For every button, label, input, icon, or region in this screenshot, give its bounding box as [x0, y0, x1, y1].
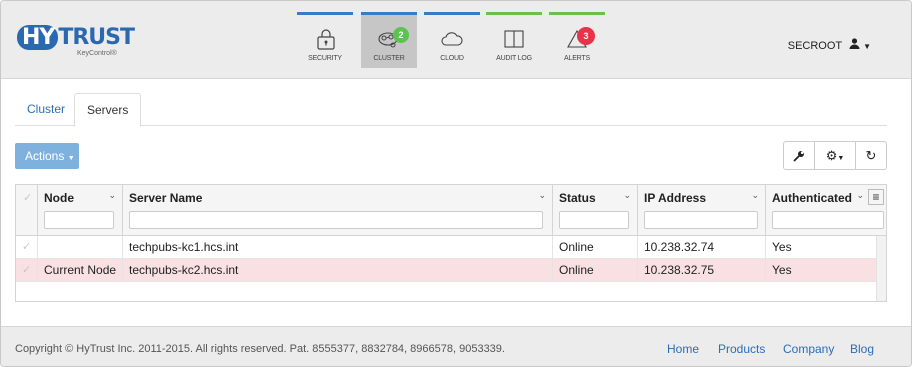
- wrench-icon: [793, 151, 804, 162]
- column-auth-caret-icon[interactable]: ⌄: [856, 190, 864, 201]
- lock-icon: [317, 29, 335, 50]
- app-window: HY TRUST KeyControl® SECURITY 2 CLUSTER …: [0, 0, 912, 367]
- row-select-cell[interactable]: ✓: [16, 259, 38, 282]
- nav-alerts-label: ALERTS: [564, 55, 590, 62]
- table-row[interactable]: ✓ Current Node techpubs-kc2.hcs.int Onli…: [16, 259, 876, 282]
- ip-cell: 10.238.32.74: [638, 236, 766, 259]
- footer-link-products[interactable]: Products: [718, 342, 765, 356]
- gear-icon: ⚙: [825, 148, 838, 163]
- actions-caret-icon: ▼: [67, 155, 75, 162]
- column-server-caret-icon[interactable]: ⌄: [538, 190, 546, 201]
- nav-audit-bar: [486, 12, 542, 15]
- status-filter-input[interactable]: [559, 211, 629, 229]
- nav-alerts[interactable]: 3 ALERTS: [549, 12, 605, 68]
- authenticated-cell: Yes: [772, 263, 792, 277]
- node-cell: Current Node: [38, 259, 123, 282]
- tab-bar: Cluster Servers: [15, 93, 887, 127]
- column-node[interactable]: Node ⌄: [38, 185, 123, 236]
- nav-security-bar: [297, 12, 353, 15]
- settings-caret-icon: ▼: [837, 155, 845, 162]
- column-server-name[interactable]: Server Name ⌄: [123, 185, 553, 236]
- footer: Copyright © HyTrust Inc. 2011-2015. All …: [1, 326, 911, 366]
- column-ip-caret-icon[interactable]: ⌄: [751, 190, 759, 201]
- servers-grid: ✓ Node ⌄ Server Name ⌄ Status ⌄ IP Addre…: [15, 184, 887, 302]
- nav-cluster[interactable]: 2 CLUSTER: [361, 12, 417, 68]
- row-check-icon: ✓: [22, 264, 32, 276]
- wrench-button[interactable]: [784, 142, 814, 169]
- hytrust-logo[interactable]: HY TRUST KeyControl®: [17, 25, 137, 61]
- tab-servers[interactable]: Servers: [74, 93, 142, 127]
- column-ip-address[interactable]: IP Address ⌄: [638, 185, 766, 236]
- nav-cluster-label: CLUSTER: [373, 55, 405, 62]
- column-status-title: Status: [559, 191, 596, 205]
- book-icon: [504, 30, 524, 48]
- status-cell: Online: [553, 236, 638, 259]
- refresh-button[interactable]: ↻: [856, 142, 886, 169]
- server-name-cell: techpubs-kc1.hcs.int: [123, 236, 553, 259]
- top-header: HY TRUST KeyControl® SECURITY 2 CLUSTER …: [1, 1, 911, 79]
- user-caret-icon: ▼: [863, 42, 871, 51]
- nav-alerts-bar: [549, 12, 605, 15]
- user-menu[interactable]: SECROOT ▼: [788, 38, 871, 52]
- user-name: SECROOT: [787, 40, 842, 52]
- nav-cloud[interactable]: CLOUD: [424, 12, 480, 68]
- column-node-title: Node: [44, 191, 74, 205]
- authenticated-filter-input[interactable]: [772, 211, 884, 229]
- nav-cloud-label: CLOUD: [440, 55, 464, 62]
- node-cell: [38, 236, 123, 259]
- refresh-icon: ↻: [865, 148, 877, 163]
- column-status-caret-icon[interactable]: ⌄: [623, 190, 631, 201]
- column-authenticated[interactable]: Authenticated ⌄ ≡: [766, 185, 886, 236]
- actions-label: Actions: [25, 149, 65, 163]
- footer-link-blog[interactable]: Blog: [850, 342, 874, 356]
- row-check-icon: ✓: [22, 241, 32, 253]
- tab-cluster[interactable]: Cluster: [15, 93, 77, 126]
- logo-trust: TRUST: [58, 25, 135, 50]
- logo-hy: HY: [17, 25, 59, 50]
- table-row[interactable]: ✓ techpubs-kc1.hcs.int Online 10.238.32.…: [16, 236, 876, 259]
- select-all-column[interactable]: ✓: [16, 185, 38, 236]
- server-name-filter-input[interactable]: [129, 211, 543, 229]
- column-ip-title: IP Address: [644, 191, 707, 205]
- grid-scrollbar[interactable]: [876, 236, 886, 301]
- nav-audit-label: AUDIT LOG: [496, 55, 532, 62]
- cluster-badge: 2: [393, 27, 409, 43]
- node-filter-input[interactable]: [44, 211, 114, 229]
- alerts-badge: 3: [577, 27, 595, 45]
- grid-menu-icon[interactable]: ≡: [868, 189, 884, 205]
- settings-dropdown-button[interactable]: ⚙▼: [815, 142, 855, 169]
- nav-cluster-bar: [361, 12, 417, 15]
- row-select-cell[interactable]: ✓: [16, 236, 38, 259]
- copyright-text: Copyright © HyTrust Inc. 2011-2015. All …: [15, 343, 505, 355]
- cloud-icon: [441, 32, 463, 46]
- footer-link-home[interactable]: Home: [667, 342, 699, 356]
- footer-link-company[interactable]: Company: [783, 342, 834, 356]
- nav-security-label: SECURITY: [308, 55, 342, 62]
- user-icon: [849, 38, 860, 49]
- ip-filter-input[interactable]: [644, 211, 758, 229]
- column-auth-title: Authenticated: [772, 191, 853, 205]
- nav-audit-log[interactable]: AUDIT LOG: [486, 12, 542, 68]
- nav-cloud-bar: [424, 12, 480, 15]
- grid-header: ✓ Node ⌄ Server Name ⌄ Status ⌄ IP Addre…: [16, 185, 886, 236]
- column-status[interactable]: Status ⌄: [553, 185, 638, 236]
- column-node-caret-icon[interactable]: ⌄: [108, 190, 116, 201]
- server-name-cell: techpubs-kc2.hcs.int: [123, 259, 553, 282]
- logo-subtitle: KeyControl®: [77, 50, 117, 57]
- actions-dropdown-button[interactable]: Actions ▼: [15, 143, 79, 169]
- select-all-check-icon: ✓: [23, 192, 33, 204]
- grid-toolbar: ⚙▼ ↻: [783, 141, 887, 170]
- authenticated-cell: Yes: [772, 240, 792, 254]
- nav-security[interactable]: SECURITY: [297, 12, 353, 68]
- status-cell: Online: [553, 259, 638, 282]
- ip-cell: 10.238.32.75: [638, 259, 766, 282]
- column-server-title: Server Name: [129, 191, 203, 205]
